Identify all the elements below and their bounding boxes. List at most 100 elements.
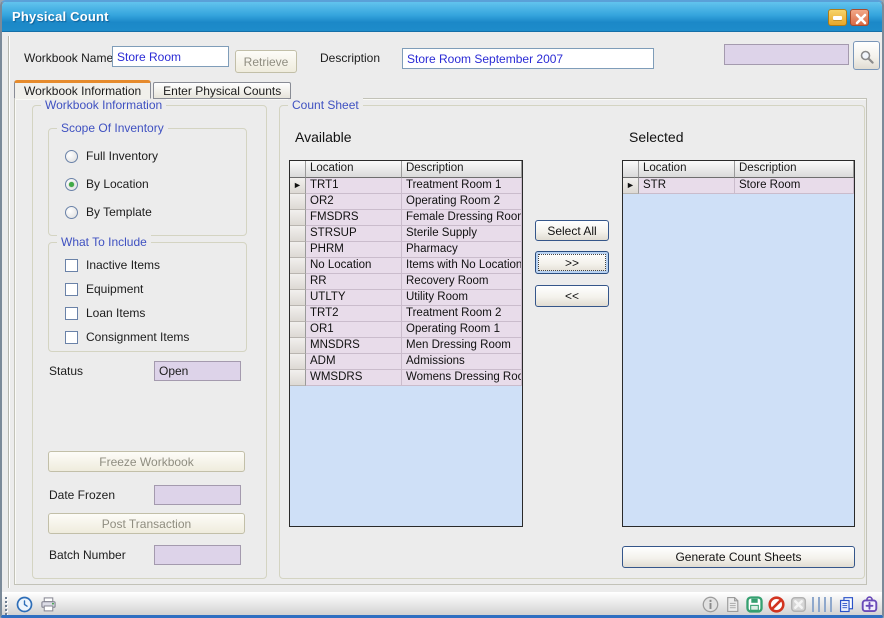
document-icon[interactable] xyxy=(724,596,741,613)
table-row[interactable]: STR Store Room xyxy=(623,178,854,194)
close-icon xyxy=(854,12,868,26)
row-selector[interactable] xyxy=(623,178,639,194)
left-splitter xyxy=(8,36,10,588)
print-icon[interactable] xyxy=(40,596,57,613)
toolbar-grip[interactable] xyxy=(5,597,7,615)
what-to-include-group: What To Include Inactive Items Equipment… xyxy=(48,242,247,352)
table-row[interactable]: RR Recovery Room xyxy=(290,274,522,290)
table-row[interactable]: STRSUP Sterile Supply xyxy=(290,226,522,242)
row-selector[interactable] xyxy=(290,322,306,338)
workbook-name-input[interactable] xyxy=(112,46,229,67)
window-title: Physical Count xyxy=(12,9,109,24)
checkbox-option[interactable]: Inactive Items xyxy=(65,258,189,272)
radio-option[interactable]: By Location xyxy=(65,177,158,191)
separator-bars xyxy=(812,597,832,612)
available-grid[interactable]: Location Description TRT1 Treatment Room… xyxy=(289,160,523,527)
table-row[interactable]: OR2 Operating Room 2 xyxy=(290,194,522,210)
checkbox-icon xyxy=(65,283,78,296)
description-label: Description xyxy=(320,51,380,65)
close-button[interactable] xyxy=(850,9,869,26)
available-grid-header: Location Description xyxy=(290,161,522,178)
workbook-information-group-title: Workbook Information xyxy=(41,98,166,112)
select-all-button[interactable]: Select All xyxy=(535,220,609,241)
freeze-workbook-button[interactable]: Freeze Workbook xyxy=(48,451,245,472)
row-selector[interactable] xyxy=(290,306,306,322)
location-column-header[interactable]: Location xyxy=(639,161,735,178)
physical-count-window: Physical Count Workbook Name Retrieve De… xyxy=(0,0,884,618)
description-input[interactable] xyxy=(402,48,654,69)
title-bar[interactable]: Physical Count xyxy=(2,2,882,32)
table-row[interactable]: FMSDRS Female Dressing Room xyxy=(290,210,522,226)
available-title: Available xyxy=(295,129,352,145)
checkbox-option[interactable]: Equipment xyxy=(65,282,189,296)
search-icon xyxy=(859,49,875,65)
batch-number-label: Batch Number xyxy=(49,548,126,562)
move-right-button[interactable]: >> xyxy=(535,251,609,274)
row-selector[interactable] xyxy=(290,258,306,274)
row-selector[interactable] xyxy=(290,226,306,242)
radio-option[interactable]: By Template xyxy=(65,205,158,219)
generate-count-sheets-button[interactable]: Generate Count Sheets xyxy=(622,546,855,568)
row-selector[interactable] xyxy=(290,210,306,226)
table-row[interactable]: UTLTY Utility Room xyxy=(290,290,522,306)
row-selector[interactable] xyxy=(290,354,306,370)
row-selector[interactable] xyxy=(290,274,306,290)
date-frozen-field xyxy=(154,485,241,505)
save-icon[interactable] xyxy=(746,596,763,613)
radio-option[interactable]: Full Inventory xyxy=(65,149,158,163)
close-x-icon[interactable] xyxy=(790,596,807,613)
selected-title: Selected xyxy=(629,129,683,145)
include-options: Inactive Items Equipment Loan Items Cons… xyxy=(65,258,189,354)
tab-strip: Workbook Information Enter Physical Coun… xyxy=(14,80,293,99)
table-row[interactable]: MNSDRS Men Dressing Room xyxy=(290,338,522,354)
batch-number-field xyxy=(154,545,241,565)
move-left-button[interactable]: << xyxy=(535,285,609,307)
table-row[interactable]: No Location Items with No Location xyxy=(290,258,522,274)
radio-icon xyxy=(65,206,78,219)
table-row[interactable]: WMSDRS Womens Dressing Room xyxy=(290,370,522,386)
row-selector-header xyxy=(290,161,306,178)
date-frozen-label: Date Frozen xyxy=(49,488,115,502)
row-selector[interactable] xyxy=(290,178,306,194)
copy-icon[interactable] xyxy=(838,596,855,613)
table-row[interactable]: OR1 Operating Room 1 xyxy=(290,322,522,338)
row-selector[interactable] xyxy=(290,338,306,354)
search-input[interactable] xyxy=(724,44,849,65)
selected-grid[interactable]: Location Description STR Store Room xyxy=(622,160,855,527)
selected-grid-header: Location Description xyxy=(623,161,854,178)
search-button[interactable] xyxy=(853,41,880,70)
checkbox-icon xyxy=(65,259,78,272)
include-group-title: What To Include xyxy=(57,235,151,249)
status-label: Status xyxy=(49,364,83,378)
row-selector[interactable] xyxy=(290,370,306,386)
minimize-button[interactable] xyxy=(828,9,847,26)
checkbox-icon xyxy=(65,331,78,344)
clock-icon[interactable] xyxy=(16,596,33,613)
description-column-header[interactable]: Description xyxy=(402,161,522,178)
location-column-header[interactable]: Location xyxy=(306,161,402,178)
checkbox-icon xyxy=(65,307,78,320)
row-selector-header xyxy=(623,161,639,178)
table-row[interactable]: TRT2 Treatment Room 2 xyxy=(290,306,522,322)
radio-icon xyxy=(65,150,78,163)
tab[interactable]: Workbook Information xyxy=(14,80,151,99)
checkbox-option[interactable]: Consignment Items xyxy=(65,330,189,344)
retrieve-button[interactable]: Retrieve xyxy=(235,50,297,73)
checkbox-option[interactable]: Loan Items xyxy=(65,306,189,320)
info-icon[interactable] xyxy=(702,596,719,613)
row-selector[interactable] xyxy=(290,290,306,306)
row-selector[interactable] xyxy=(290,242,306,258)
scope-of-inventory-group: Scope Of Inventory Full Inventory By Loc… xyxy=(48,128,247,236)
scope-group-title: Scope Of Inventory xyxy=(57,121,168,135)
workbook-name-label: Workbook Name xyxy=(24,51,113,65)
status-bar xyxy=(2,592,882,615)
table-row[interactable]: ADM Admissions xyxy=(290,354,522,370)
medical-kit-icon[interactable] xyxy=(861,596,878,613)
post-transaction-button[interactable]: Post Transaction xyxy=(48,513,245,534)
table-row[interactable]: TRT1 Treatment Room 1 xyxy=(290,178,522,194)
table-row[interactable]: PHRM Pharmacy xyxy=(290,242,522,258)
tab[interactable]: Enter Physical Counts xyxy=(153,82,291,99)
description-column-header[interactable]: Description xyxy=(735,161,854,178)
cancel-icon[interactable] xyxy=(768,596,785,613)
row-selector[interactable] xyxy=(290,194,306,210)
